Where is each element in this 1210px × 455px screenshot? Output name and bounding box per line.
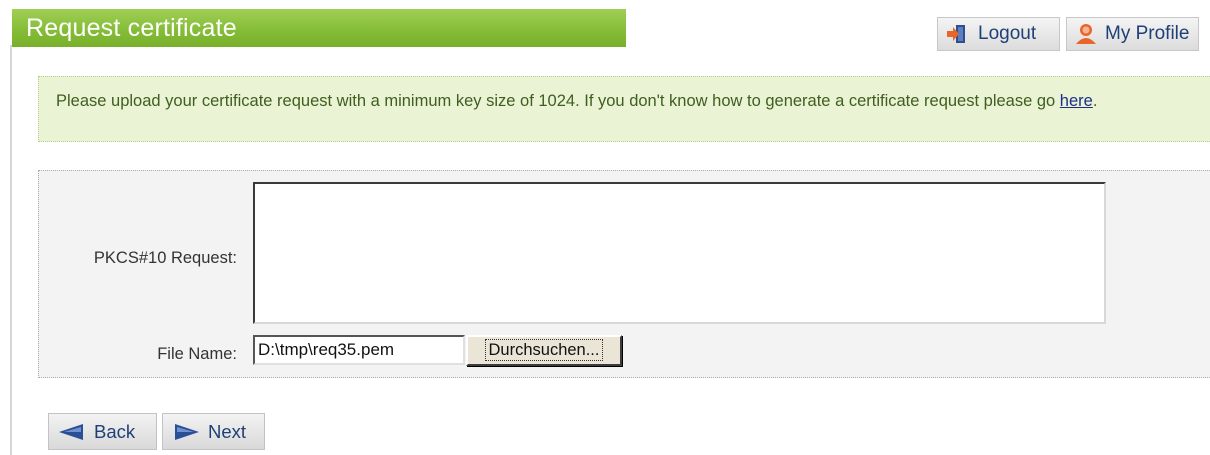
pkcs10-request-label: PKCS#10 Request: [93,249,237,267]
browse-button[interactable]: Durchsuchen... [466,335,622,366]
logout-button[interactable]: Logout [937,17,1060,51]
my-profile-label: My Profile [1105,23,1190,44]
request-form: PKCS#10 Request: File Name: Durchsuchen.… [38,170,1210,378]
info-suffix: . [1092,92,1098,110]
next-button[interactable]: Next [162,413,265,450]
info-message: Please upload your certificate request w… [38,76,1210,142]
arrow-left-icon [59,423,83,440]
page-title: Request certificate [26,14,237,42]
user-profile-icon [1076,24,1096,44]
back-label: Back [94,420,136,442]
logout-label: Logout [978,23,1037,44]
page-left-rule [10,45,12,455]
my-profile-button[interactable]: My Profile [1066,17,1199,51]
file-name-input[interactable] [253,335,465,365]
pkcs10-request-textarea[interactable] [253,182,1106,324]
logout-icon [947,25,965,43]
info-text: Please upload your certificate request w… [56,92,1060,110]
browse-button-label: Durchsuchen... [484,339,604,361]
help-link[interactable]: here [1060,92,1093,110]
page-title-bar: Request certificate [12,9,626,47]
arrow-right-icon [175,423,199,440]
back-button[interactable]: Back [48,413,157,450]
file-name-label: File Name: [157,345,237,363]
next-label: Next [208,420,247,442]
